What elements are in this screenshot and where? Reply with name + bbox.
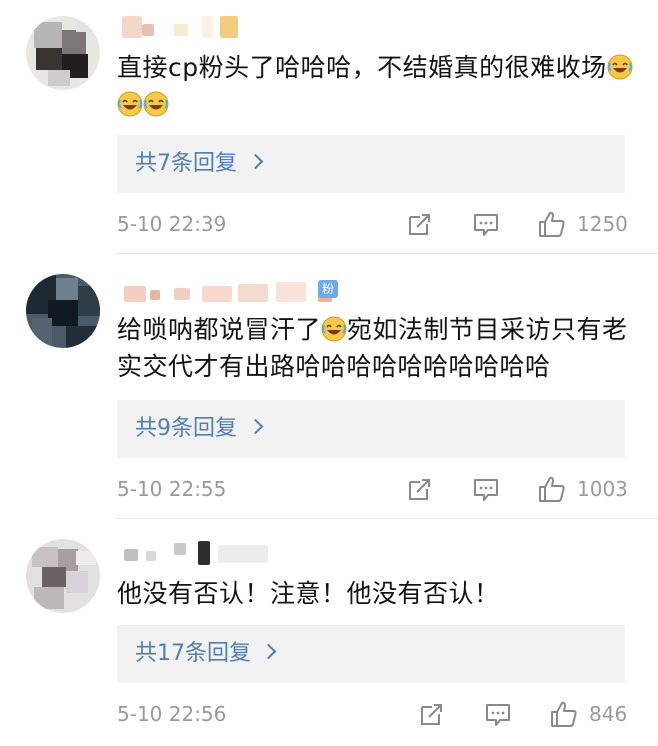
comment-item: 直接cp粉头了哈哈哈，不结婚真的很难收场 共7条回复 5-10 22:39 12… [0,0,658,254]
avatar[interactable] [26,274,100,348]
like-count: 846 [589,702,628,726]
username-redacted[interactable] [118,16,248,38]
thumbs-up-icon [537,209,567,239]
comment-text: 他没有否认！注意！他没有否认！ [117,575,637,612]
like-count: 1003 [577,477,628,501]
replies-box[interactable]: 共7条回复 [117,135,625,193]
comment-icon[interactable] [471,209,501,239]
view-replies-link[interactable]: 共17条回复 [135,625,251,683]
chevron-right-icon [247,153,264,170]
thumbs-up-icon [549,699,579,729]
comment-meta: 5-10 22:56 846 [117,699,627,729]
comment-text: 直接cp粉头了哈哈哈，不结婚真的很难收场 [117,49,637,123]
timestamp: 5-10 22:56 [117,702,227,726]
comment-text-body: 他没有否认！注意！他没有否认！ [117,579,500,608]
view-replies-link[interactable]: 共9条回复 [135,400,237,458]
replies-box[interactable]: 共9条回复 [117,400,625,458]
comment-meta: 5-10 22:39 1250 [117,209,628,239]
like-button[interactable]: 1003 [537,474,628,504]
avatar[interactable] [26,16,100,90]
share-icon[interactable] [405,209,435,239]
like-count: 1250 [577,212,628,236]
replies-box[interactable]: 共17条回复 [117,625,625,683]
laughing-emoji-icon [117,90,143,119]
comment-meta: 5-10 22:55 1003 [117,474,628,504]
timestamp: 5-10 22:55 [117,477,227,501]
share-icon[interactable] [417,699,447,729]
laughing-emoji-icon [143,90,169,119]
chevron-right-icon [247,418,264,435]
laughing-emoji-icon [607,53,633,82]
chevron-right-icon [260,643,277,660]
laughing-emoji-icon [321,315,347,344]
thumbs-up-icon [537,474,567,504]
like-button[interactable]: 846 [549,699,627,729]
comment-icon[interactable] [483,699,513,729]
comment-item: 他没有否认！注意！他没有否认！ 共17条回复 5-10 22:56 846 [0,519,658,746]
fan-badge: 粉 [318,280,339,298]
like-button[interactable]: 1250 [537,209,628,239]
comment-text-body: 给唢呐都说冒汗了 [117,315,322,344]
view-replies-link[interactable]: 共7条回复 [135,135,237,193]
username-redacted[interactable] [118,541,298,565]
avatar[interactable] [26,539,100,613]
comment-icon[interactable] [471,474,501,504]
comment-item: 粉 给唢呐都说冒汗了 宛如法制节目采访只有老实交代才有出路哈哈哈哈哈哈哈哈哈哈 共… [0,254,658,519]
timestamp: 5-10 22:39 [117,212,227,236]
comment-text-body: 直接cp粉头了哈哈哈，不结婚真的很难收场 [117,53,607,82]
share-icon[interactable] [405,474,435,504]
comment-text: 给唢呐都说冒汗了 宛如法制节目采访只有老实交代才有出路哈哈哈哈哈哈哈哈哈哈 [117,311,637,385]
